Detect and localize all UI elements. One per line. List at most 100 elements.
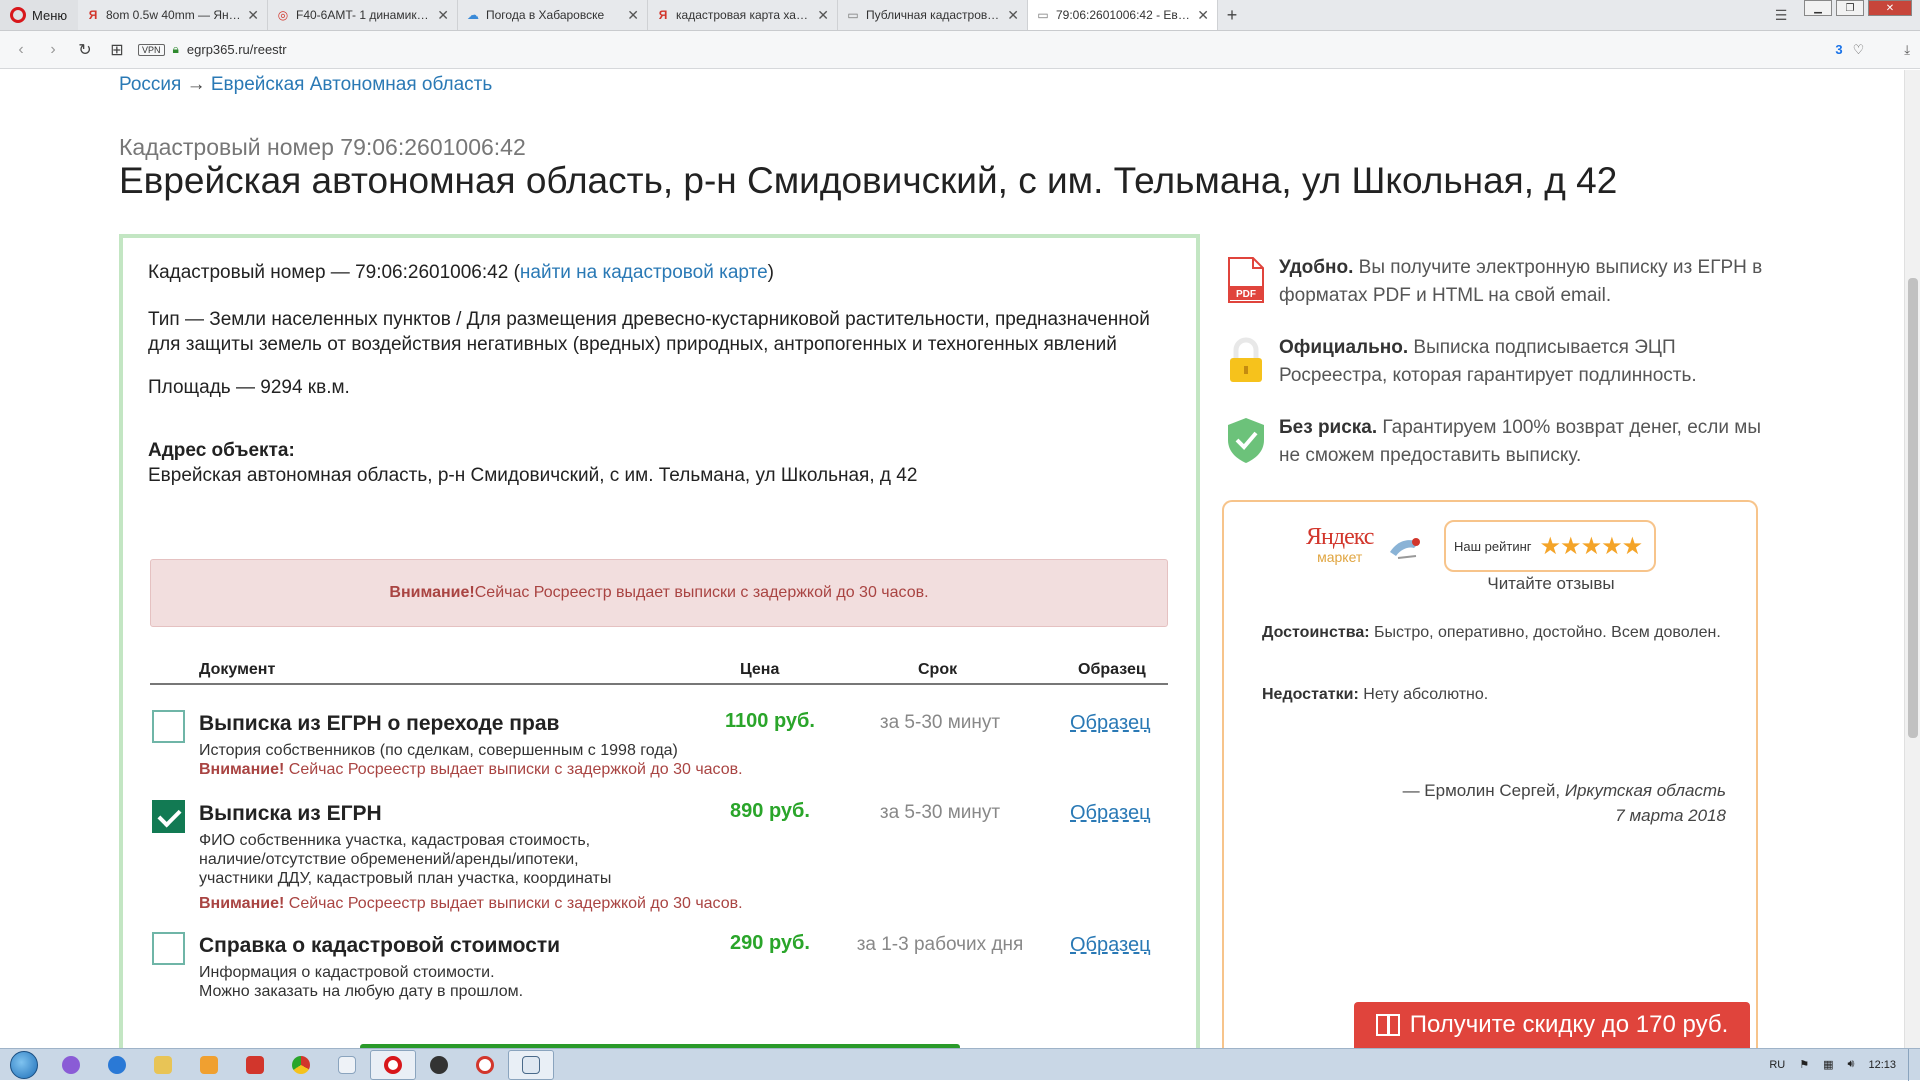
alert-text: Сейчас Росреестр выдает выписки с задерж… <box>474 584 929 601</box>
row-checkbox[interactable] <box>152 710 185 743</box>
row-warning: Внимание! Сейчас Росреестр выдает выписк… <box>199 760 743 779</box>
tab-title: кадастровая карта хабар <box>676 8 812 22</box>
document-name: Справка о кадастровой стоимости <box>199 934 561 957</box>
address-value: Еврейская автономная область, р-н Смидов… <box>148 465 918 486</box>
browser-tab[interactable]: ☁ Погода в Хабаровске ✕ <box>458 0 648 30</box>
browser-tab[interactable]: Я кадастровая карта хабар ✕ <box>648 0 838 30</box>
volume-icon[interactable]: 🔊︎ <box>1848 1058 1855 1071</box>
tab-title: 8om 0.5w 40mm — Яндекс <box>106 8 242 22</box>
table-row: Справка о кадастровой стоимости Информац… <box>150 928 1168 1008</box>
find-on-map-link[interactable]: найти на кадастровой карте <box>520 262 768 283</box>
opera-icon <box>384 1055 402 1074</box>
taskbar-app-opera[interactable] <box>370 1049 416 1080</box>
adblock-count-badge[interactable]: 3 <box>1835 42 1842 57</box>
delay-alert: Внимание! Сейчас Росреестр выдает выписк… <box>150 559 1168 627</box>
taskbar-app[interactable] <box>140 1050 186 1080</box>
page-scrollbar[interactable] <box>1904 70 1920 1048</box>
cadastral-number-subtitle: Кадастровый номер 79:06:2601006:42 <box>119 134 526 160</box>
browser-tab[interactable]: ◎ F40-6AMT- 1 динамик / К ✕ <box>268 0 458 30</box>
close-window-button[interactable]: ✕ <box>1868 0 1912 16</box>
row-checkbox-checked[interactable] <box>152 800 185 833</box>
review-date: 7 марта 2018 <box>1615 806 1726 825</box>
scrollbar-thumb[interactable] <box>1908 278 1918 738</box>
flag-icon[interactable]: ⚑ <box>1799 1058 1809 1071</box>
network-icon[interactable]: ▦ <box>1823 1058 1833 1071</box>
taskbar-app[interactable] <box>416 1050 462 1080</box>
vpn-badge[interactable]: VPN <box>138 43 165 56</box>
reload-icon[interactable]: ↻ <box>74 40 96 60</box>
speed-dial-icon[interactable]: ⊞ <box>106 40 128 60</box>
taskbar-app[interactable] <box>324 1050 370 1080</box>
taskbar-app[interactable] <box>232 1050 278 1080</box>
close-tab-icon[interactable]: ✕ <box>437 7 449 24</box>
document-description: Информация о кадастровой стоимости. Можн… <box>199 963 523 1001</box>
sample-link[interactable]: Образец <box>1070 802 1151 825</box>
document-icon <box>338 1055 356 1074</box>
yandex-market-logo[interactable]: Яндекс маркет <box>1306 524 1374 565</box>
close-tab-icon[interactable]: ✕ <box>247 7 259 24</box>
bird-icon <box>1390 538 1420 559</box>
rating-bubble[interactable]: Наш рейтинг ★★★★★ <box>1444 520 1656 572</box>
padlock-icon[interactable]: 🔒︎ <box>173 42 179 57</box>
address-input[interactable]: VPN 🔒︎ egrp365.ru/reestr <box>138 37 1825 63</box>
restore-button[interactable]: ❐ <box>1836 0 1864 16</box>
desc-line: Информация о кадастровой стоимости. <box>199 964 495 981</box>
show-desktop-button[interactable] <box>1908 1048 1920 1081</box>
taskbar-app[interactable] <box>278 1050 324 1080</box>
breadcrumb-link-region[interactable]: Еврейская Автономная область <box>211 74 492 95</box>
feature-bold: Удобно. <box>1279 257 1354 278</box>
cons-text: Нету абсолютно. <box>1358 686 1489 703</box>
close-tab-icon[interactable]: ✕ <box>627 7 639 24</box>
hex-app-icon <box>430 1055 448 1074</box>
language-indicator[interactable]: RU <box>1769 1059 1785 1071</box>
windows-taskbar: RU ⚑ ▦ 🔊︎ 12:13 <box>0 1048 1920 1081</box>
pdf-icon: PDF <box>1228 257 1264 303</box>
taskbar-app[interactable] <box>508 1049 554 1080</box>
discount-promo-button[interactable]: Получите скидку до 170 руб. <box>1354 1002 1750 1048</box>
minimize-button[interactable]: ▁ <box>1804 0 1832 16</box>
sample-link[interactable]: Образец <box>1070 934 1151 957</box>
feature-bold: Без риска. <box>1279 417 1378 438</box>
term: за 5-30 минут <box>879 712 1001 733</box>
rating-label: Наш рейтинг <box>1454 538 1532 554</box>
breadcrumb-link-russia[interactable]: Россия <box>119 74 181 95</box>
opera-menu-button[interactable]: Меню <box>0 0 78 30</box>
clock[interactable]: 12:13 <box>1868 1059 1896 1071</box>
page-title: Еврейская автономная область, р-н Смидов… <box>119 160 1618 201</box>
row-warning: Внимание! Сейчас Росреестр выдает выписк… <box>199 894 743 913</box>
page-icon: ▭ <box>847 8 859 22</box>
back-icon[interactable]: ‹ <box>10 41 32 59</box>
forward-icon[interactable]: › <box>42 41 64 59</box>
taskbar-app[interactable] <box>48 1050 94 1080</box>
download-icon[interactable]: ⤓ <box>1904 42 1910 58</box>
sample-link[interactable]: Образец <box>1070 712 1151 735</box>
browser-tab[interactable]: ▭ Публичная кадастровая к ✕ <box>838 0 1028 30</box>
tab-menu-icon[interactable]: ☰ <box>1768 0 1794 30</box>
close-tab-icon[interactable]: ✕ <box>1197 7 1209 24</box>
close-tab-icon[interactable]: ✕ <box>1007 7 1019 24</box>
close-tab-icon[interactable]: ✕ <box>817 7 829 24</box>
breadcrumb-separator: → <box>186 74 206 95</box>
documents-table-header: Документ Цена Срок Образец <box>150 659 1168 685</box>
browser-tab-active[interactable]: ▭ 79:06:2601006:42 - Еврей ✕ <box>1028 0 1218 30</box>
taskbar-app[interactable] <box>94 1050 140 1080</box>
col-sample: Образец <box>1078 661 1146 678</box>
feature-item: Без риска. Гарантируем 100% возврат дене… <box>1225 414 1775 470</box>
document-description: ФИО собственника участка, кадастровая ст… <box>199 831 743 913</box>
new-tab-button[interactable]: + <box>1218 0 1246 30</box>
desc-line: История собственников (по сделкам, совер… <box>199 742 678 759</box>
warn-text: Сейчас Росреестр выдает выписки с задерж… <box>284 895 743 912</box>
taskbar-app[interactable] <box>462 1050 508 1080</box>
ym-line1: Яндекс <box>1306 524 1374 550</box>
feature-item: PDF Удобно. Вы получите электронную выпи… <box>1225 254 1775 310</box>
heart-icon[interactable]: ♡ <box>1853 42 1865 58</box>
review-card: Яндекс маркет Наш рейтинг ★★★★★ Читайте … <box>1222 500 1758 1048</box>
breadcrumb: Россия → Еврейская Автономная область <box>119 74 492 96</box>
paren-close: ) <box>767 262 774 283</box>
read-reviews-link[interactable]: Читайте отзывы <box>1456 574 1646 594</box>
taskbar-app[interactable] <box>186 1050 232 1080</box>
row-checkbox[interactable] <box>152 932 185 965</box>
browser-tab[interactable]: Я 8om 0.5w 40mm — Яндекс ✕ <box>78 0 268 30</box>
window-controls: ▁ ❐ ✕ <box>1804 0 1920 30</box>
start-button[interactable] <box>0 1049 48 1081</box>
